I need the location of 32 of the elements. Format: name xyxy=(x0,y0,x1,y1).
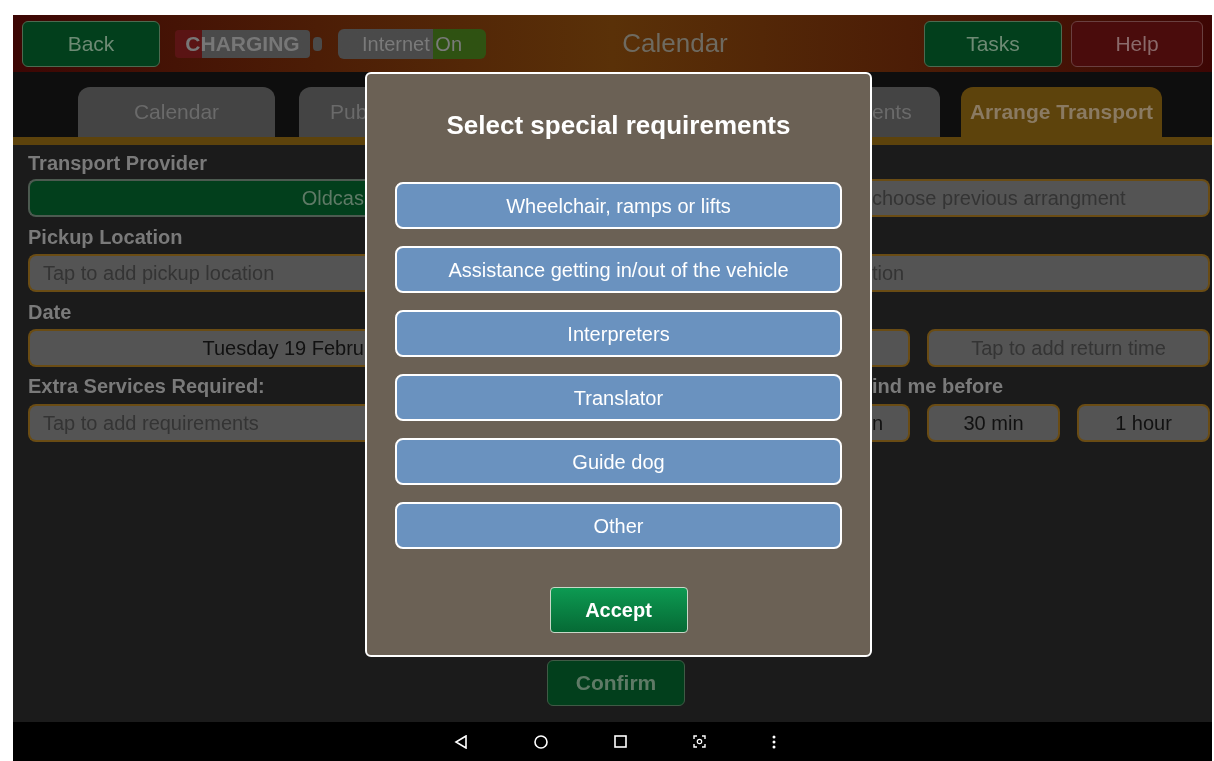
requirement-option[interactable]: Wheelchair, ramps or lifts xyxy=(395,182,842,229)
back-button[interactable]: Back xyxy=(22,20,160,67)
requirement-option[interactable]: Other xyxy=(395,502,842,549)
requirement-option[interactable]: Guide dog xyxy=(395,438,842,485)
reminder-option[interactable]: n xyxy=(872,404,910,442)
battery-tip-icon xyxy=(313,36,322,51)
dialog-title: Select special requirements xyxy=(446,109,791,142)
confirm-button[interactable]: Confirm xyxy=(547,660,685,706)
home-icon[interactable] xyxy=(533,734,548,749)
accept-button[interactable]: Accept xyxy=(549,587,688,633)
field-label: ind me before xyxy=(872,376,1005,396)
screenshot-icon[interactable] xyxy=(692,735,706,748)
reminder-option[interactable]: 1 hour xyxy=(1077,404,1210,442)
field-label: Transport Provider xyxy=(28,153,208,173)
field-label: Extra Services Required: xyxy=(28,376,266,396)
more-icon[interactable] xyxy=(771,734,776,749)
field-label: Date xyxy=(28,302,73,322)
screen-title: Calendar xyxy=(622,27,728,60)
field-label: Pickup Location xyxy=(28,227,184,247)
help-button[interactable]: Help xyxy=(1071,20,1203,67)
tasks-button[interactable]: Tasks xyxy=(924,20,1062,67)
requirement-option[interactable]: Translator xyxy=(395,374,842,421)
recent-apps-icon[interactable] xyxy=(613,735,627,748)
back-icon[interactable] xyxy=(453,734,468,749)
battery-charging-indicator: CHARGING xyxy=(175,29,310,58)
tab[interactable]: Arrange Transport xyxy=(961,87,1162,137)
requirement-option[interactable]: Interpreters xyxy=(395,310,842,357)
time-field[interactable] xyxy=(872,329,910,367)
provider-selector[interactable]: Oldcas xyxy=(28,179,365,217)
reminder-option[interactable]: 30 min xyxy=(927,404,1060,442)
date-selector[interactable]: Tuesday 19 Febru xyxy=(28,329,365,367)
requirement-option[interactable]: Assistance getting in/out of the vehicle xyxy=(395,246,842,293)
